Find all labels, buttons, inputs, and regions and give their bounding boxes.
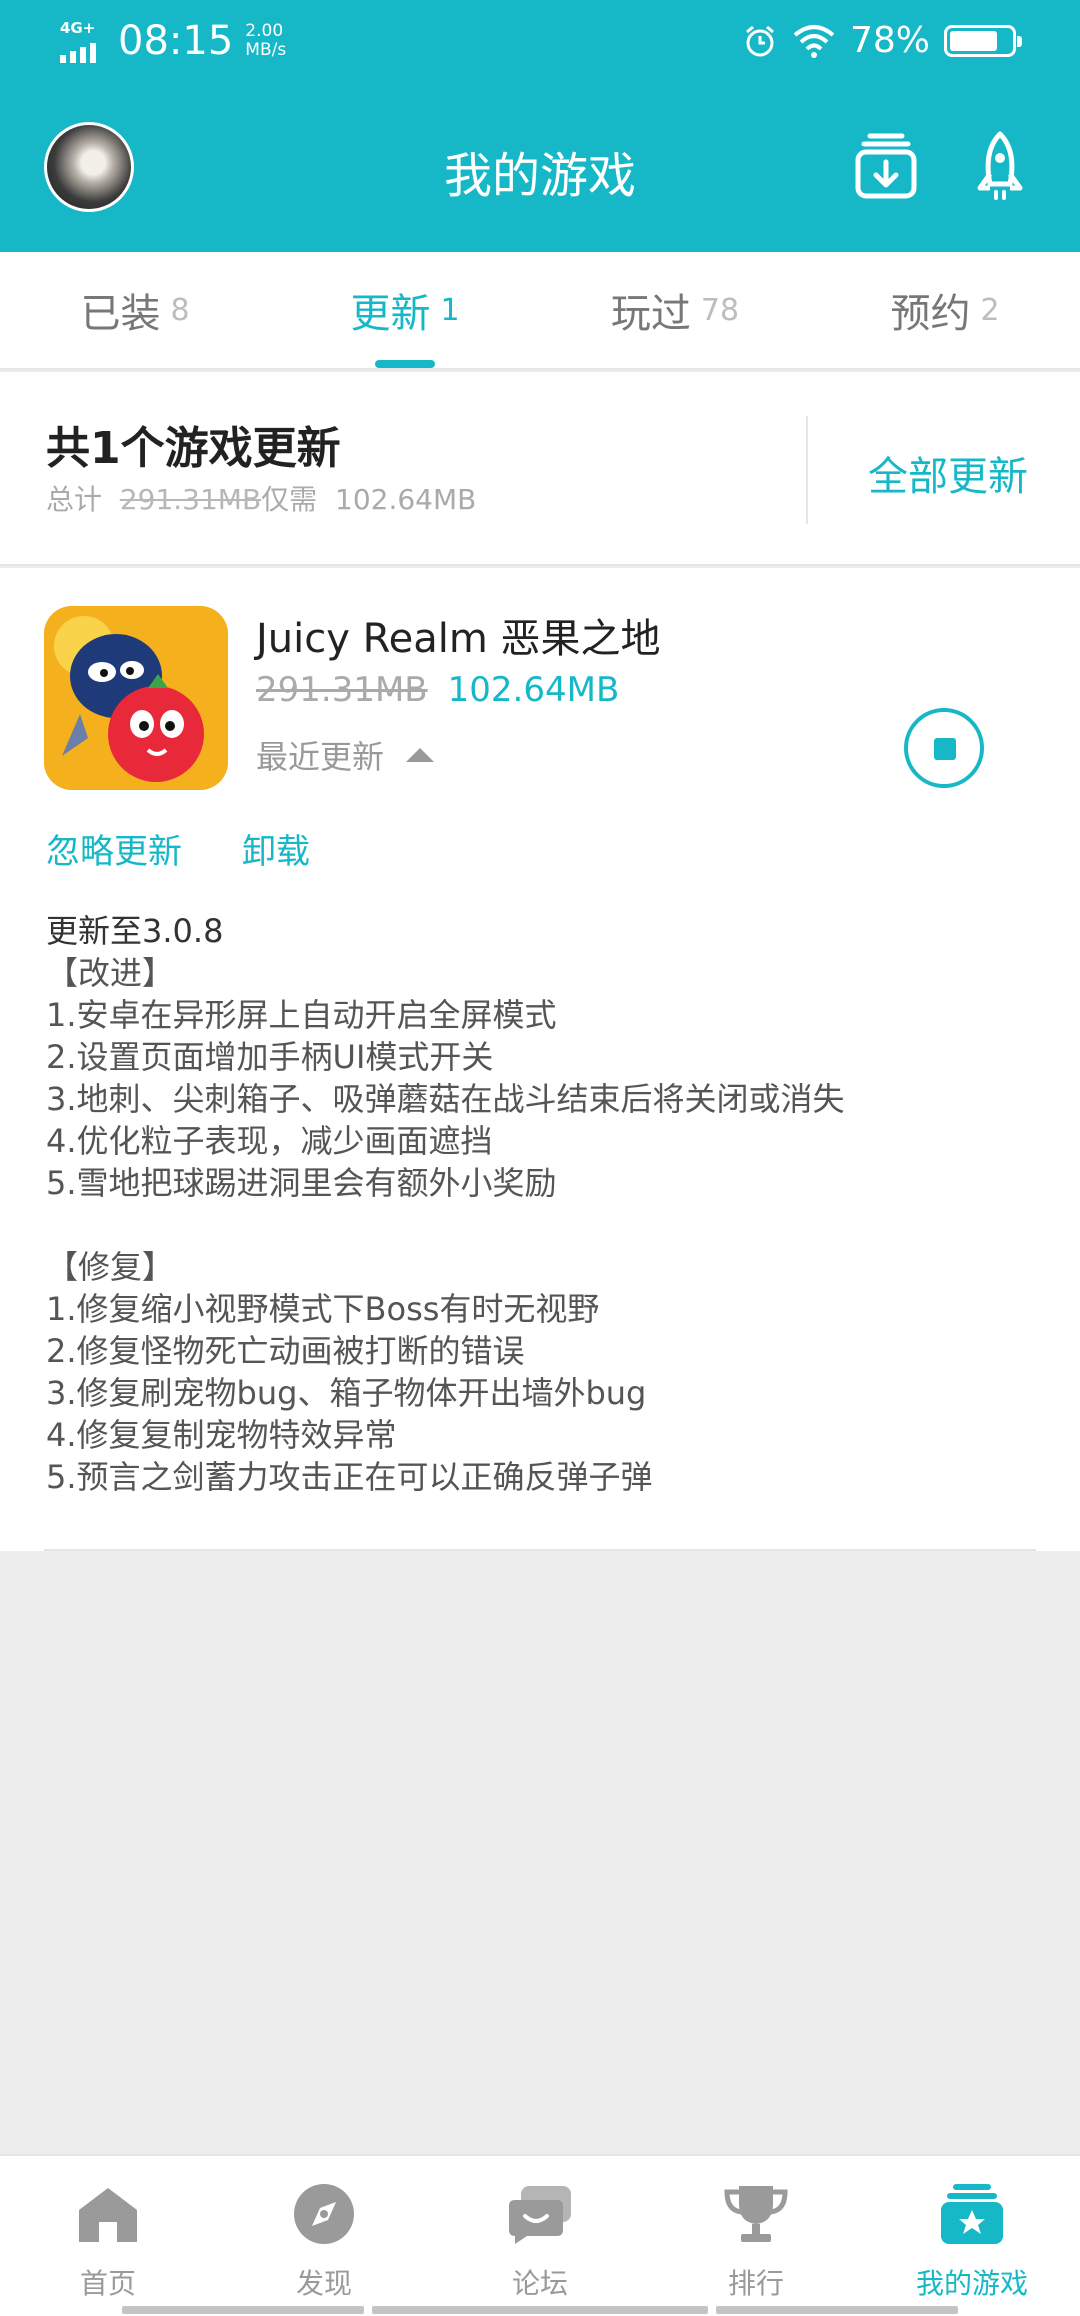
forum-icon	[509, 2186, 571, 2244]
gesture-bar	[372, 2306, 708, 2314]
changelog-line: 4.修复复制宠物特效异常	[46, 1416, 397, 1454]
trophy-icon	[724, 2186, 788, 2242]
network-type: 4G+	[60, 19, 96, 37]
juicy-realm-logo-icon	[44, 606, 228, 790]
changelog-line: 2.设置页面增加手柄UI模式开关	[46, 1038, 494, 1076]
recent-update-toggle[interactable]: 最近更新	[256, 732, 435, 778]
tab-bar: 已装 8 更新 1 玩过 78 预约 2	[0, 252, 1080, 370]
tab-played[interactable]: 玩过 78	[540, 252, 810, 368]
network-speed: 2.00 MB/s	[245, 21, 287, 60]
battery-percent: 78%	[849, 20, 930, 61]
rocket-icon[interactable]	[964, 130, 1036, 202]
changelog-line: 1.修复缩小视野模式下Boss有时无视野	[46, 1290, 600, 1328]
game-sizes: 291.31MB 102.64MB	[256, 670, 619, 710]
changelog: 更新至3.0.8 【改进】 1.安卓在异形屏上自动开启全屏模式 2.设置页面增加…	[46, 910, 845, 1498]
game-icon[interactable]	[44, 606, 228, 790]
bottom-nav: 首页 发现 论坛 排行 我的游戏	[0, 2154, 1080, 2316]
summary-sizes: 总计 291.31MB仅需 102.64MB	[46, 483, 477, 516]
summary-old-size: 291.31MB	[119, 483, 262, 516]
changelog-line	[46, 1204, 845, 1246]
pause-download-button[interactable]	[904, 708, 984, 788]
changelog-line: 5.预言之剑蓄力攻击正在可以正确反弹子弹	[46, 1458, 653, 1496]
summary-new-size: 102.64MB	[335, 483, 477, 516]
gesture-bar	[716, 2306, 958, 2314]
summary-title: 共1个游戏更新	[46, 423, 341, 474]
app-header: 4G+ 08:15 2.00 MB/s 78% 我的游戏	[0, 0, 1080, 252]
nav-discover[interactable]: 发现	[216, 2156, 432, 2316]
game-name: Juicy Realm 恶果之地	[256, 616, 661, 662]
game-actions: 忽略更新 卸载	[46, 824, 310, 873]
game-update-card: Juicy Realm 恶果之地 291.31MB 102.64MB 最近更新 忽…	[0, 568, 1080, 1551]
status-bar: 4G+ 08:15 2.00 MB/s 78%	[0, 0, 1080, 84]
signal-icon: 4G+	[60, 19, 106, 63]
battery-icon	[944, 24, 1022, 57]
wifi-icon	[793, 24, 835, 58]
update-summary: 共1个游戏更新 总计 291.31MB仅需 102.64MB 全部更新	[0, 372, 1080, 566]
changelog-line: 3.地刺、尖刺箱子、吸弹蘑菇在战斗结束后将关闭或消失	[46, 1080, 845, 1118]
tab-reserved[interactable]: 预约 2	[810, 252, 1080, 368]
divider	[44, 1549, 1036, 1551]
tab-indicator	[375, 360, 435, 368]
nav-ranking[interactable]: 排行	[648, 2156, 864, 2316]
changelog-line: 5.雪地把球踢进洞里会有额外小奖励	[46, 1164, 557, 1202]
changelog-line: 4.优化粒子表现，减少画面遮挡	[46, 1122, 493, 1160]
game-new-size: 102.64MB	[447, 670, 620, 710]
ignore-update-link[interactable]: 忽略更新	[46, 824, 182, 873]
status-time: 08:15	[118, 18, 234, 64]
gesture-bar	[122, 2306, 364, 2314]
status-right: 78%	[742, 20, 1022, 61]
changelog-line: 更新至3.0.8	[46, 912, 224, 950]
changelog-line: 【修复】	[46, 1248, 175, 1286]
tab-updates[interactable]: 更新 1	[270, 252, 540, 368]
changelog-line: 【改进】	[46, 954, 175, 992]
changelog-line: 3.修复刷宠物bug、箱子物体开出墙外bug	[46, 1374, 647, 1412]
my-games-icon	[941, 2184, 1003, 2244]
home-icon	[79, 2188, 137, 2242]
tab-installed[interactable]: 已装 8	[0, 252, 270, 368]
download-manager-icon[interactable]	[850, 130, 922, 202]
status-left: 4G+ 08:15 2.00 MB/s	[60, 18, 286, 64]
stop-icon	[934, 738, 956, 760]
changelog-line: 2.修复怪物死亡动画被打断的错误	[46, 1332, 525, 1370]
compass-icon	[294, 2184, 354, 2244]
caret-up-icon	[406, 748, 435, 762]
alarm-icon	[746, 25, 774, 56]
changelog-line: 1.安卓在异形屏上自动开启全屏模式	[46, 996, 557, 1034]
nav-forum[interactable]: 论坛	[432, 2156, 648, 2316]
nav-my-games[interactable]: 我的游戏	[864, 2156, 1080, 2316]
nav-home[interactable]: 首页	[0, 2156, 216, 2316]
update-all-button[interactable]: 全部更新	[868, 444, 1028, 502]
divider	[806, 416, 808, 524]
game-old-size: 291.31MB	[256, 670, 428, 710]
uninstall-link[interactable]: 卸载	[242, 824, 310, 873]
